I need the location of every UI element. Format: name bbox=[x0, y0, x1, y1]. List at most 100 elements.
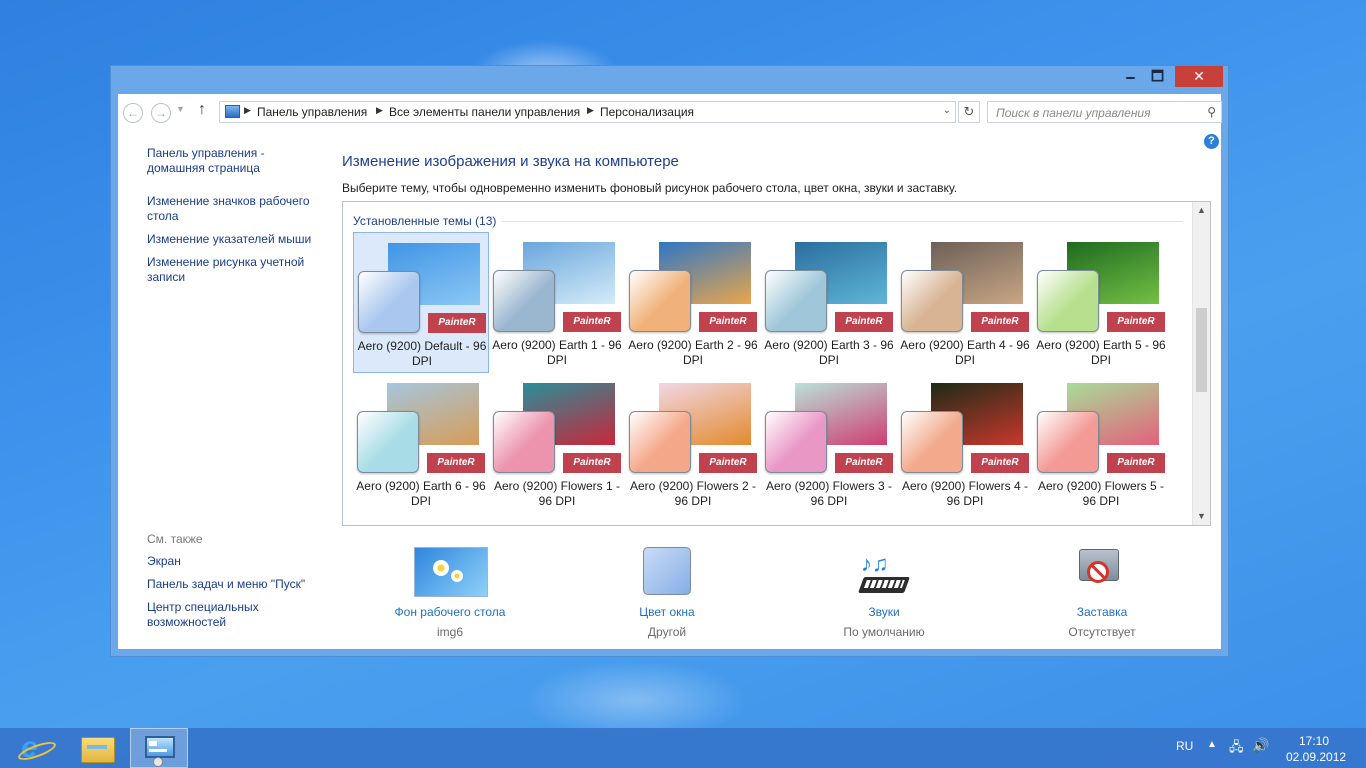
see-also-heading: См. также bbox=[147, 532, 203, 546]
control-panel-taskbar-icon[interactable] bbox=[130, 728, 188, 768]
see-also-display[interactable]: Экран bbox=[147, 554, 327, 569]
screensaver-icon[interactable] bbox=[1027, 547, 1177, 599]
sidebar: Панель управления - домашняя страница Из… bbox=[147, 146, 327, 293]
theme-brand-badge: PainteR bbox=[699, 312, 757, 332]
refresh-button[interactable]: ↻ bbox=[958, 101, 980, 123]
theme-tile[interactable]: PainteR Aero (9200) Earth 1 - 96 DPI bbox=[489, 232, 625, 373]
theme-brand-badge: PainteR bbox=[1107, 312, 1165, 332]
theme-tile[interactable]: PainteR Aero (9200) Flowers 1 - 96 DPI bbox=[489, 373, 625, 514]
theme-tile[interactable]: PainteR Aero (9200) Flowers 4 - 96 DPI bbox=[897, 373, 1033, 514]
maximize-button[interactable]: 🗖 bbox=[1144, 66, 1171, 87]
theme-tile[interactable]: PainteR Aero (9200) Earth 4 - 96 DPI bbox=[897, 232, 1033, 373]
sidebar-link-mouse-pointers[interactable]: Изменение указателей мыши bbox=[147, 232, 327, 247]
screensaver-value: Отсутствует bbox=[1068, 625, 1136, 639]
scroll-up-icon[interactable]: ▲ bbox=[1193, 202, 1210, 219]
breadcrumb-separator-icon[interactable]: ▶ bbox=[376, 105, 383, 116]
sidebar-link-control-panel-home[interactable]: Панель управления - домашняя страница bbox=[147, 146, 277, 176]
title-bar[interactable]: 🗕 🗖 ✕ bbox=[111, 66, 1228, 94]
desktop-background-link[interactable]: Фон рабочего стола bbox=[375, 605, 525, 619]
theme-color-swatch bbox=[357, 411, 419, 473]
theme-tile[interactable]: PainteR Aero (9200) Earth 6 - 96 DPI bbox=[353, 373, 489, 514]
search-input[interactable] bbox=[994, 103, 1198, 123]
language-indicator[interactable]: RU bbox=[1176, 739, 1193, 753]
clock-date[interactable]: 02.09.2012 bbox=[1286, 750, 1346, 764]
search-box[interactable]: ⚲ bbox=[987, 101, 1222, 123]
sounds-value: По умолчанию bbox=[843, 625, 925, 639]
theme-tile[interactable]: PainteR Aero (9200) Flowers 2 - 96 DPI bbox=[625, 373, 761, 514]
theme-color-swatch bbox=[358, 271, 420, 333]
theme-brand-badge: PainteR bbox=[563, 453, 621, 473]
theme-brand-badge: PainteR bbox=[971, 453, 1029, 473]
installed-themes-group-header[interactable]: Установленные темы (13) bbox=[353, 214, 496, 228]
breadcrumb-control-panel[interactable]: Панель управления bbox=[257, 105, 367, 119]
minimize-button[interactable]: 🗕 bbox=[1117, 66, 1144, 87]
help-button[interactable]: ? bbox=[1204, 134, 1219, 149]
clock-time[interactable]: 17:10 bbox=[1299, 734, 1329, 748]
network-icon[interactable]: 🖧 bbox=[1229, 738, 1244, 760]
back-button[interactable]: ← bbox=[123, 103, 143, 123]
show-hidden-icons-icon[interactable]: ▲ bbox=[1207, 739, 1217, 750]
sounds-link[interactable]: Звуки bbox=[809, 605, 959, 619]
theme-color-swatch bbox=[901, 270, 963, 332]
sidebar-link-desktop-icons[interactable]: Изменение значков рабочего стола bbox=[147, 194, 322, 224]
taskbar: e RU ▲ 🖧 🔊 17:10 02.09.2012 bbox=[0, 728, 1366, 768]
screensaver-option[interactable]: Заставка Отсутствует bbox=[1027, 547, 1177, 639]
theme-label: Aero (9200) Default - 96 DPI bbox=[357, 339, 487, 368]
up-button[interactable]: ↑ bbox=[198, 101, 206, 119]
control-panel-icon bbox=[225, 105, 240, 118]
page-title: Изменение изображения и звука на компьют… bbox=[342, 153, 679, 170]
scroll-thumb[interactable] bbox=[1196, 308, 1207, 392]
theme-color-swatch bbox=[493, 411, 555, 473]
close-button[interactable]: ✕ bbox=[1175, 66, 1223, 87]
theme-color-swatch bbox=[765, 270, 827, 332]
theme-brand-badge: PainteR bbox=[427, 453, 485, 473]
theme-label: Aero (9200) Earth 5 - 96 DPI bbox=[1036, 338, 1166, 367]
theme-tile[interactable]: PainteR Aero (9200) Default - 96 DPI bbox=[353, 232, 489, 373]
search-icon[interactable]: ⚲ bbox=[1207, 105, 1216, 119]
theme-tile[interactable]: PainteR Aero (9200) Earth 2 - 96 DPI bbox=[625, 232, 761, 373]
breadcrumb-separator-icon[interactable]: ▶ bbox=[244, 105, 251, 116]
recent-locations-chevron-icon[interactable]: ▼ bbox=[176, 104, 185, 114]
window-color-link[interactable]: Цвет окна bbox=[592, 605, 742, 619]
address-dropdown-icon[interactable]: ⌄ bbox=[943, 105, 951, 116]
sounds-option[interactable]: ♪♫ Звуки По умолчанию bbox=[809, 547, 959, 639]
theme-color-swatch bbox=[1037, 270, 1099, 332]
theme-brand-badge: PainteR bbox=[699, 453, 757, 473]
see-also-ease-of-access[interactable]: Центр специальных возможностей bbox=[147, 600, 277, 630]
theme-label: Aero (9200) Flowers 5 - 96 DPI bbox=[1037, 479, 1165, 508]
scroll-down-icon[interactable]: ▼ bbox=[1193, 508, 1210, 525]
breadcrumb-all-items[interactable]: Все элементы панели управления bbox=[389, 105, 580, 119]
volume-icon[interactable]: 🔊 bbox=[1252, 737, 1269, 754]
sidebar-link-account-picture[interactable]: Изменение рисунка учетной записи bbox=[147, 255, 317, 285]
theme-label: Aero (9200) Flowers 4 - 96 DPI bbox=[901, 479, 1029, 508]
theme-brand-badge: PainteR bbox=[971, 312, 1029, 332]
sounds-icon[interactable]: ♪♫ bbox=[809, 547, 959, 599]
theme-brand-badge: PainteR bbox=[835, 453, 893, 473]
see-also-section: См. также Экран Панель задач и меню "Пус… bbox=[147, 532, 327, 638]
theme-label: Aero (9200) Earth 1 - 96 DPI bbox=[492, 338, 622, 367]
window-color-icon[interactable] bbox=[592, 547, 742, 599]
theme-tile[interactable]: PainteR Aero (9200) Flowers 3 - 96 DPI bbox=[761, 373, 897, 514]
file-explorer-icon[interactable] bbox=[69, 728, 125, 768]
address-bar[interactable]: ▶ Панель управления ▶ Все элементы панел… bbox=[219, 101, 956, 123]
theme-label: Aero (9200) Earth 2 - 96 DPI bbox=[628, 338, 758, 367]
internet-explorer-icon[interactable]: e bbox=[8, 728, 64, 768]
theme-tile[interactable]: PainteR Aero (9200) Earth 5 - 96 DPI bbox=[1033, 232, 1169, 373]
breadcrumb-personalization[interactable]: Персонализация bbox=[600, 105, 694, 119]
desktop-background-icon[interactable] bbox=[375, 547, 525, 599]
see-also-taskbar[interactable]: Панель задач и меню "Пуск" bbox=[147, 577, 327, 592]
forward-button[interactable]: → bbox=[151, 103, 171, 123]
theme-tile[interactable]: PainteR Aero (9200) Earth 3 - 96 DPI bbox=[761, 232, 897, 373]
desktop-background-option[interactable]: Фон рабочего стола img6 bbox=[375, 547, 525, 639]
theme-label: Aero (9200) Earth 6 - 96 DPI bbox=[356, 479, 486, 508]
theme-list-scrollbar[interactable]: ▲ ▼ bbox=[1192, 202, 1210, 525]
screensaver-link[interactable]: Заставка bbox=[1027, 605, 1177, 619]
theme-list: Установленные темы (13) PainteR Aero (920… bbox=[342, 201, 1211, 526]
theme-label: Aero (9200) Earth 3 - 96 DPI bbox=[764, 338, 894, 367]
theme-color-swatch bbox=[629, 411, 691, 473]
theme-label: Aero (9200) Flowers 3 - 96 DPI bbox=[765, 479, 893, 508]
theme-tile[interactable]: PainteR Aero (9200) Flowers 5 - 96 DPI bbox=[1033, 373, 1169, 514]
theme-brand-badge: PainteR bbox=[1107, 453, 1165, 473]
breadcrumb-separator-icon[interactable]: ▶ bbox=[587, 105, 594, 116]
window-color-option[interactable]: Цвет окна Другой bbox=[592, 547, 742, 639]
